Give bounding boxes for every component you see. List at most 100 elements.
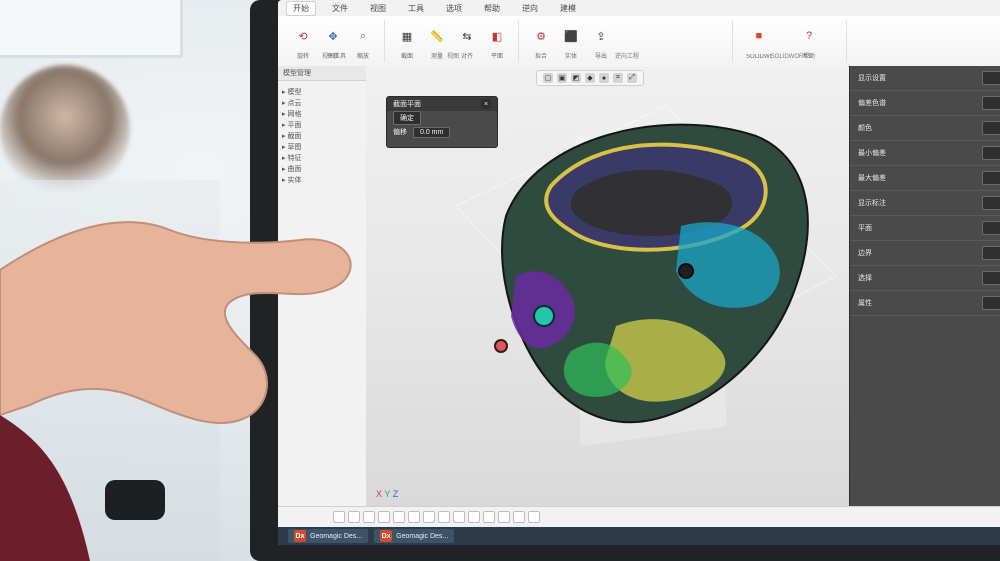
solid-button[interactable]: ⬛ — [558, 22, 584, 50]
section-button[interactable]: ▦ — [394, 22, 420, 50]
ribbon-tab-view[interactable]: 视图 — [364, 2, 392, 15]
right-panel-row[interactable]: 最小偏差 — [850, 141, 1000, 166]
right-panel-label: 显示设置 — [858, 75, 886, 82]
ribbon-tab-options[interactable]: 选项 — [440, 2, 468, 15]
left-panel-item[interactable]: ▸ 实体 — [282, 175, 362, 186]
hole-feature[interactable] — [533, 305, 555, 327]
toolbar-icon[interactable] — [348, 511, 360, 523]
right-panel-label: 偏差色谱 — [858, 100, 886, 107]
align-button[interactable]: ⇆ — [454, 22, 480, 50]
toolbar-icon[interactable] — [498, 511, 510, 523]
left-panel-item[interactable]: ▸ 网格 — [282, 109, 362, 120]
right-panel-row[interactable]: 选择 — [850, 266, 1000, 291]
toolbar-icon[interactable] — [363, 511, 375, 523]
right-panel-row[interactable]: 属性 — [850, 291, 1000, 316]
3d-viewport[interactable]: ▢ ▣ ◩ ◆ ● ⌗ ⤢ 截面平面 × 确定 偏移 0.0 mm X Y Z — [366, 66, 850, 507]
toolbar-icon[interactable] — [333, 511, 345, 523]
toolbar-icon[interactable] — [378, 511, 390, 523]
export-icon: ⇪ — [596, 30, 606, 43]
export-button[interactable]: ⇪ — [588, 22, 614, 50]
ribbon-tab-reverse[interactable]: 逆向 — [516, 2, 544, 15]
pan-icon: ✥ — [328, 30, 338, 43]
right-panel-control[interactable] — [982, 271, 1000, 285]
ribbon-tabs: 开始 文件 视图 工具 选项 帮助 逆向 建模 — [278, 0, 1000, 17]
right-panel-control[interactable] — [982, 146, 1000, 160]
marker-feature[interactable] — [494, 339, 508, 353]
toolbar-icon[interactable] — [453, 511, 465, 523]
ribbon-caption-view: 视图 — [446, 54, 459, 60]
toolbar-icon[interactable] — [393, 511, 405, 523]
ribbon-caption-solidworks: SOLIDWORKS — [770, 54, 812, 60]
background-person — [0, 65, 130, 195]
taskbar-item[interactable]: Dx Geomagic Des... — [374, 529, 455, 543]
measure-button[interactable]: 📏 — [424, 22, 450, 50]
axis-z: Z — [392, 489, 399, 499]
left-panel-item[interactable]: ▸ 点云 — [282, 98, 362, 109]
taskbar-item-label: Geomagic Des... — [396, 532, 449, 540]
ribbon-group-view: ▦ 截面 📏 测量 ⇆ 对齐 ◧ 平面 视图 — [388, 20, 519, 62]
help-icon: ? — [805, 30, 813, 42]
plane-button[interactable]: ◧ — [484, 22, 510, 50]
zoom-button[interactable]: ⌕ — [350, 22, 376, 50]
left-panel-item[interactable]: ▸ 曲面 — [282, 164, 362, 175]
section-icon: ▦ — [401, 30, 413, 43]
toolbar-icon[interactable] — [528, 511, 540, 523]
toolbar-icon[interactable] — [408, 511, 420, 523]
ribbon-tab-help[interactable]: 帮助 — [478, 2, 506, 15]
fit-button[interactable]: ⚙ — [528, 22, 554, 50]
right-panel-row[interactable]: 边界 — [850, 241, 1000, 266]
toolbar-icon[interactable] — [438, 511, 450, 523]
rotate-button[interactable]: ⟲ — [290, 22, 316, 50]
bottom-toolbar — [278, 506, 1000, 527]
app-badge: Dx — [294, 530, 306, 542]
ribbon-tab-start[interactable]: 开始 — [286, 0, 316, 16]
monitor: 开始 文件 视图 工具 选项 帮助 逆向 建模 ⟲ 旋转 ✥ 平移 ⌕ 缩放 视… — [250, 0, 1000, 561]
background-furniture — [0, 180, 220, 561]
toolbar-icon[interactable] — [423, 511, 435, 523]
scan-model[interactable] — [366, 66, 850, 507]
toolbar-icon[interactable] — [468, 511, 480, 523]
background-whiteboard — [0, 0, 183, 58]
right-panel-label: 属性 — [858, 300, 872, 307]
toolbar-icon[interactable] — [483, 511, 495, 523]
right-panel-control[interactable] — [982, 71, 1000, 85]
right-panel-row[interactable]: 平面 — [850, 216, 1000, 241]
pan-button[interactable]: ✥ — [320, 22, 346, 50]
right-panel-row[interactable]: 显示标注 — [850, 191, 1000, 216]
zoom-icon: ⌕ — [359, 29, 367, 42]
right-panel-control[interactable] — [982, 296, 1000, 310]
right-panel-label: 最小偏差 — [858, 150, 886, 157]
hole-feature[interactable] — [678, 263, 694, 279]
right-panel-control[interactable] — [982, 121, 1000, 135]
right-panel-label: 选择 — [858, 275, 872, 282]
right-panel-control[interactable] — [982, 196, 1000, 210]
left-panel-item[interactable]: ▸ 模型 — [282, 87, 362, 98]
help-button[interactable]: ? — [796, 22, 822, 50]
left-panel-item[interactable]: ▸ 特征 — [282, 153, 362, 164]
taskbar-item[interactable]: Dx Geomagic Des... — [288, 529, 369, 543]
right-panel-control[interactable] — [982, 246, 1000, 260]
ribbon-tab-file[interactable]: 文件 — [326, 2, 354, 15]
ribbon-tab-tools[interactable]: 工具 — [402, 2, 430, 15]
solid-icon: ⬛ — [564, 30, 578, 43]
ruler-icon: 📏 — [430, 30, 444, 43]
right-panel-row[interactable]: 颜色 — [850, 116, 1000, 141]
screen: 开始 文件 视图 工具 选项 帮助 逆向 建模 ⟲ 旋转 ✥ 平移 ⌕ 缩放 视… — [278, 0, 1000, 545]
right-panel-control[interactable] — [982, 96, 1000, 110]
plane-icon: ◧ — [491, 30, 503, 43]
ribbon-group-reverse: ⚙ 拟合 ⬛ 实体 ⇪ 导出 逆向工程 — [522, 20, 733, 62]
right-panel-control[interactable] — [982, 171, 1000, 185]
right-panel-control[interactable] — [982, 221, 1000, 235]
left-panel-item[interactable]: ▸ 平面 — [282, 120, 362, 131]
toolbar-icon[interactable] — [513, 511, 525, 523]
ribbon-tab-modeling[interactable]: 建模 — [554, 2, 582, 15]
left-panel-item[interactable]: ▸ 草图 — [282, 142, 362, 153]
left-panel-item[interactable]: ▸ 截面 — [282, 131, 362, 142]
right-panel-label: 平面 — [858, 225, 872, 232]
left-panel-list: ▸ 模型 ▸ 点云 ▸ 网格 ▸ 平面 ▸ 截面 ▸ 草图 ▸ 特征 ▸ 曲面 … — [278, 81, 366, 192]
right-panel-row[interactable]: 显示设置 — [850, 66, 1000, 91]
right-panel-label: 颜色 — [858, 125, 872, 132]
right-panel-row[interactable]: 最大偏差 — [850, 166, 1000, 191]
right-panel-row[interactable]: 偏差色谱 — [850, 91, 1000, 116]
solidworks-button[interactable]: ■ — [746, 22, 772, 50]
